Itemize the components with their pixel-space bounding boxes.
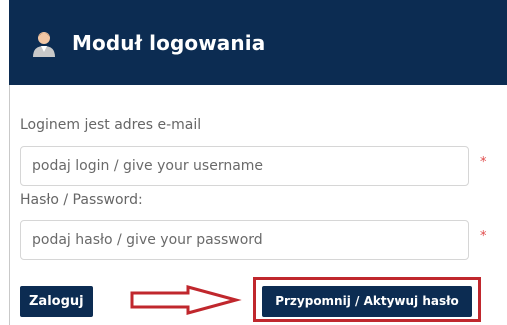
login-button[interactable]: Zaloguj: [20, 286, 93, 317]
login-label: Loginem jest adres e-mail: [20, 117, 202, 133]
panel-header: Moduł logowania: [9, 0, 507, 85]
remind-password-button[interactable]: Przypomnij / Aktywuj hasło: [262, 286, 472, 317]
login-input[interactable]: [20, 146, 469, 186]
login-required-mark: *: [480, 155, 487, 170]
red-arrow-annotation: [130, 285, 242, 315]
password-required-mark: *: [480, 229, 487, 244]
user-avatar-icon: [33, 31, 55, 57]
page-title: Moduł logowania: [72, 30, 266, 55]
password-input[interactable]: [20, 220, 469, 260]
password-label: Hasło / Password:: [20, 192, 143, 208]
